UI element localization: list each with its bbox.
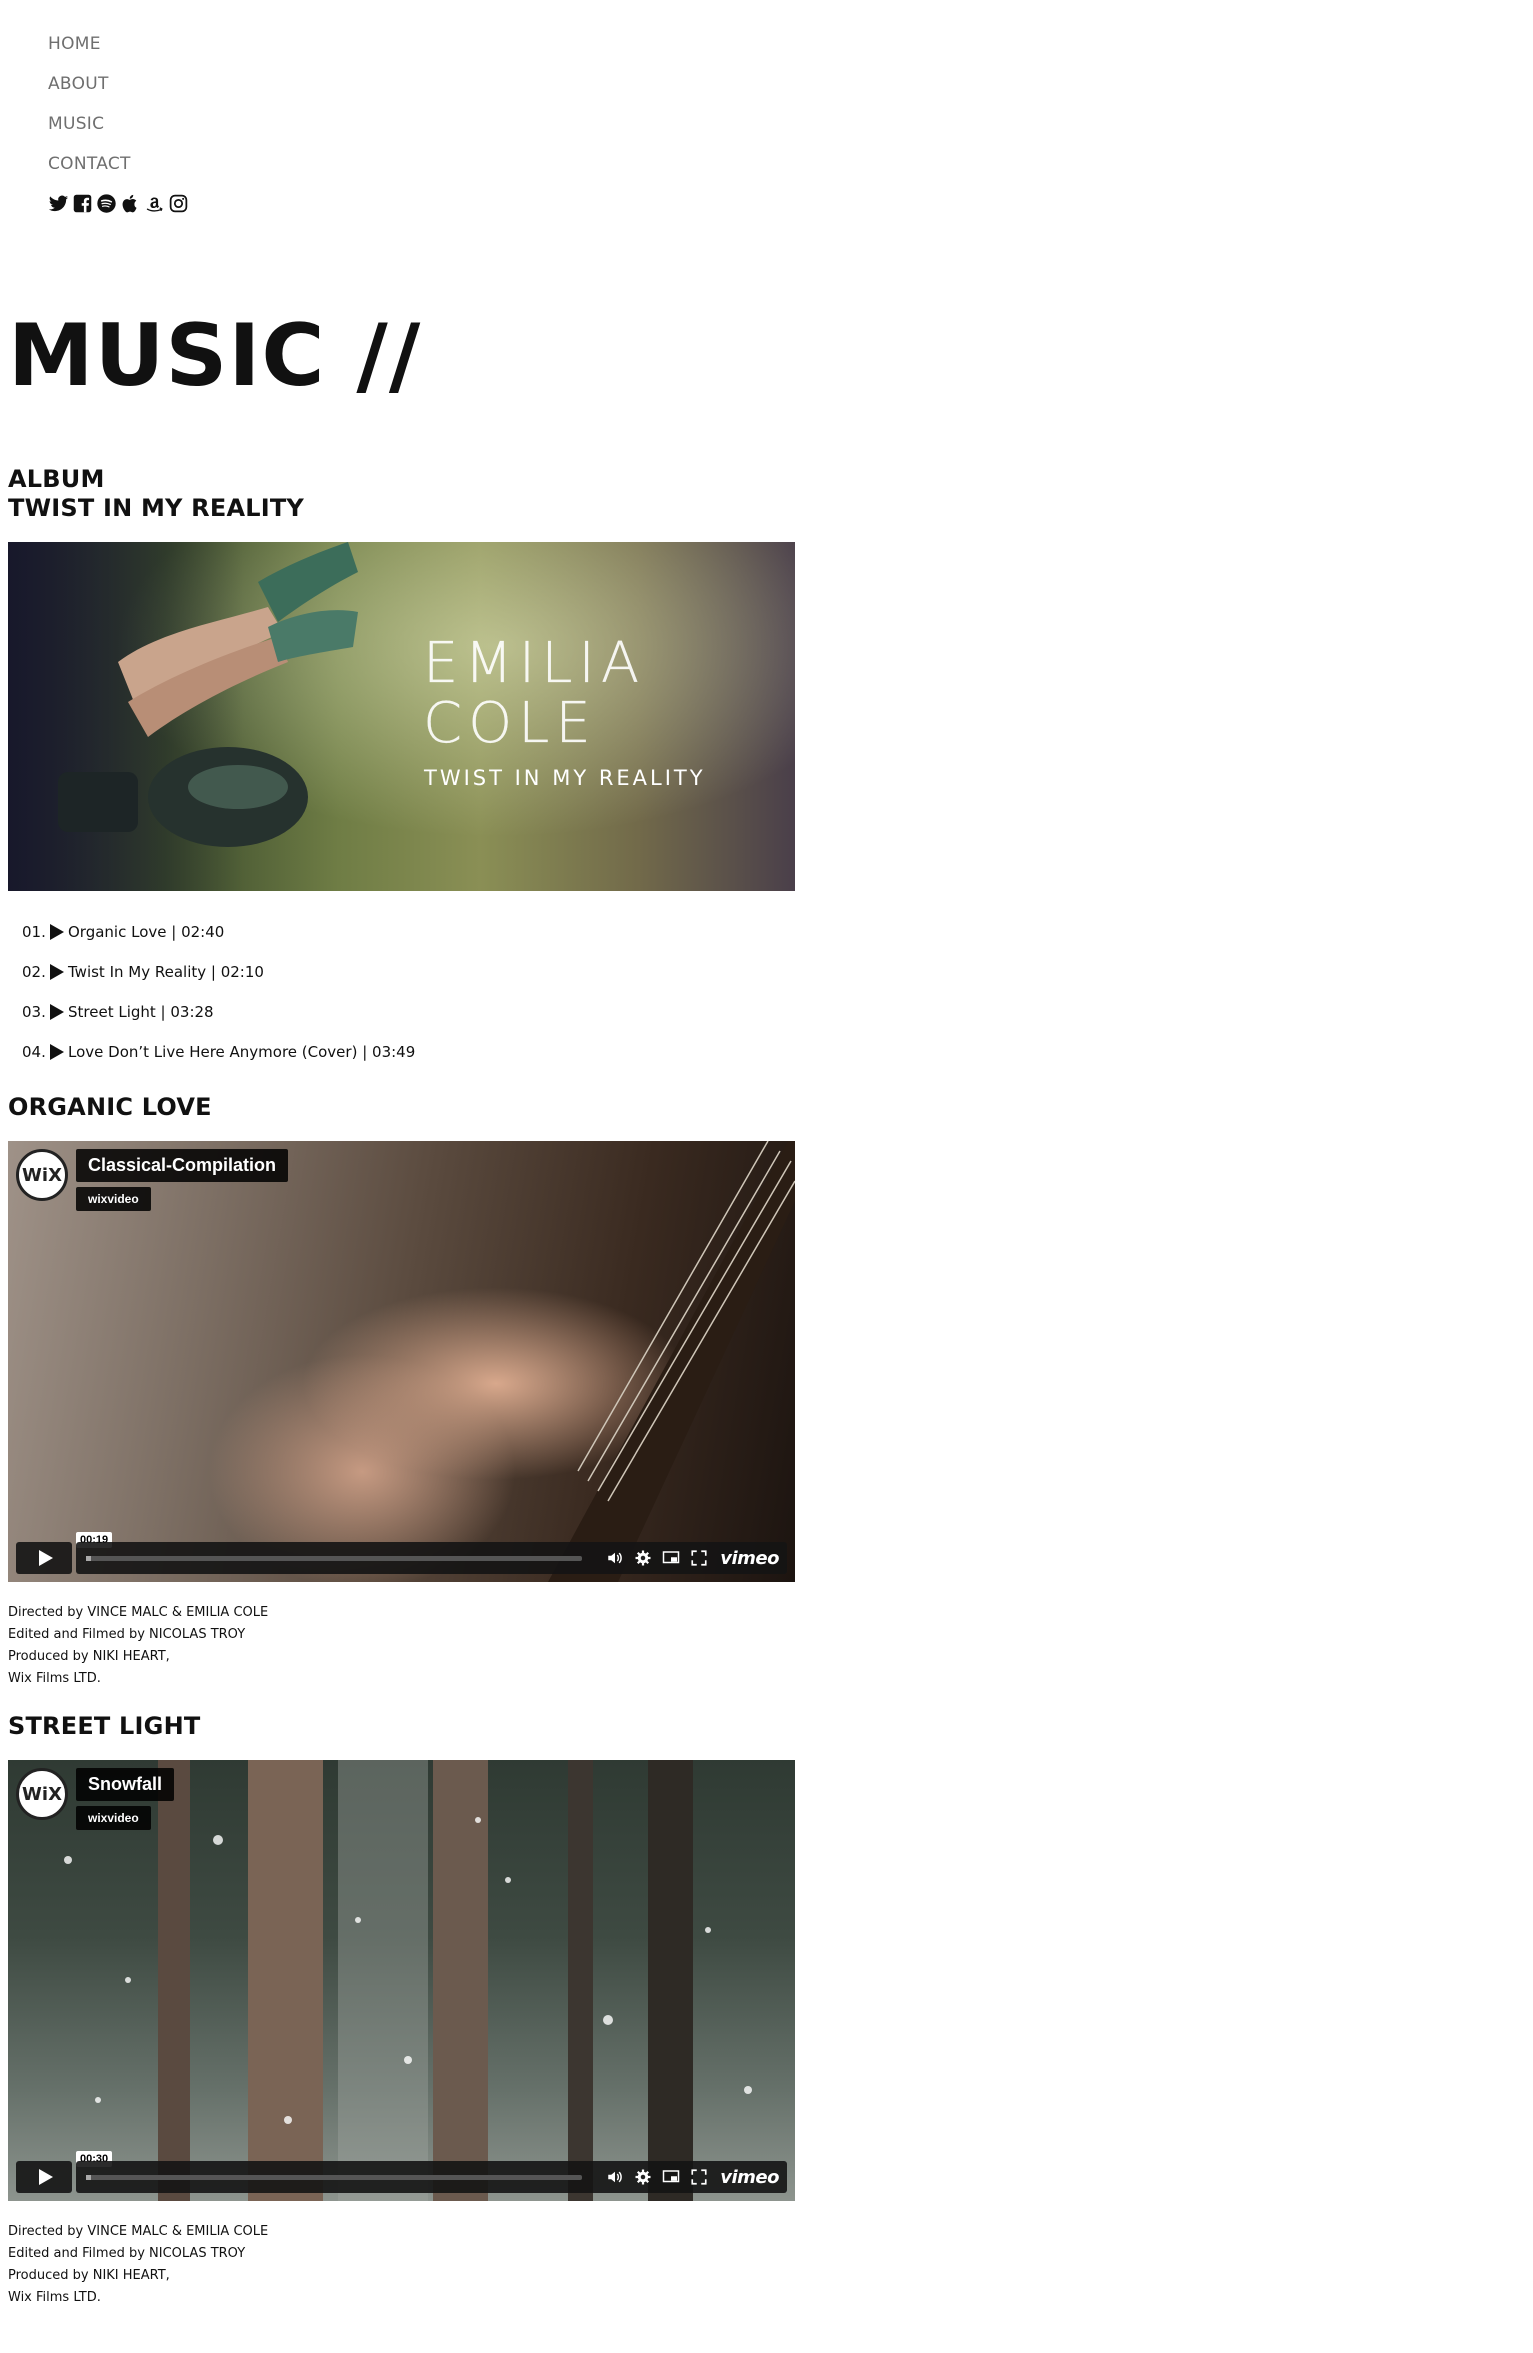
settings-gear-icon[interactable] <box>634 1549 652 1567</box>
nav-contact-link[interactable]: CONTACT <box>48 150 131 190</box>
picture-in-picture-icon[interactable] <box>662 2168 680 2186</box>
album-name: TWIST IN MY REALITY <box>8 494 304 522</box>
video-credits: Directed by VINCE MALC & EMILIA COLE Edi… <box>8 2224 269 2305</box>
video-play-button[interactable] <box>16 1542 72 1574</box>
track-title[interactable]: Organic Love | 02:40 <box>68 923 224 941</box>
track-title[interactable]: Love Don’t Live Here Anymore (Cover) | 0… <box>68 1043 415 1061</box>
facebook-icon[interactable] <box>72 193 93 214</box>
video-title[interactable]: Snowfall <box>76 1768 175 1801</box>
track-number: 02. <box>22 963 46 981</box>
track-title[interactable]: Street Light | 03:28 <box>68 1003 214 1021</box>
main-nav: HOME ABOUT MUSIC CONTACT <box>48 30 131 190</box>
cover-mirror-graphic <box>58 747 308 847</box>
video-section-title: ORGANIC LOVE <box>8 1093 212 1121</box>
track-number: 01. <box>22 923 46 941</box>
amazon-icon[interactable] <box>144 193 165 214</box>
cover-artist-name: EMILIA COLE <box>423 631 646 756</box>
play-icon <box>38 1550 53 1566</box>
apple-icon[interactable] <box>120 193 141 214</box>
settings-gear-icon[interactable] <box>634 2168 652 2186</box>
video-play-button[interactable] <box>16 2161 72 2193</box>
album-heading: ALBUM TWIST IN MY REALITY <box>8 465 304 523</box>
video-player[interactable]: WiX Snowfall wixvideo 00:30 vimeo <box>8 1760 795 2201</box>
nav-about-link[interactable]: ABOUT <box>48 70 131 110</box>
video-channel[interactable]: wixvideo <box>76 1806 151 1830</box>
video-controls: vimeo <box>76 2161 787 2193</box>
album-cover-image: EMILIA COLE TWIST IN MY REALITY <box>8 542 795 891</box>
video-controls: vimeo <box>76 1542 787 1574</box>
video-player[interactable]: WiX Classical-Compilation wixvideo 00:19… <box>8 1141 795 1582</box>
vimeo-logo[interactable]: vimeo <box>720 1548 779 1569</box>
album-label: ALBUM <box>8 465 105 493</box>
spotify-icon[interactable] <box>96 193 117 214</box>
social-links <box>48 193 189 214</box>
track-title[interactable]: Twist In My Reality | 02:10 <box>68 963 264 981</box>
track-item: 04. Love Don’t Live Here Anymore (Cover)… <box>22 1032 415 1072</box>
volume-icon[interactable] <box>606 2168 624 2186</box>
volume-icon[interactable] <box>606 1549 624 1567</box>
track-number: 03. <box>22 1003 46 1021</box>
nav-music-link[interactable]: MUSIC <box>48 110 131 150</box>
cover-album-title: TWIST IN MY REALITY <box>424 766 706 790</box>
nav-home-link[interactable]: HOME <box>48 30 131 70</box>
guitar-neck-graphic <box>548 1141 795 1582</box>
instagram-icon[interactable] <box>168 193 189 214</box>
video-progress-bar[interactable] <box>86 1555 583 1561</box>
vimeo-logo[interactable]: vimeo <box>720 2167 779 2188</box>
video-title[interactable]: Classical-Compilation <box>76 1149 289 1182</box>
play-icon[interactable] <box>50 1044 64 1060</box>
video-progress-bar[interactable] <box>86 2174 583 2180</box>
track-item: 01. Organic Love | 02:40 <box>22 912 415 952</box>
fullscreen-icon[interactable] <box>690 1549 708 1567</box>
video-credits: Directed by VINCE MALC & EMILIA COLE Edi… <box>8 1605 269 1686</box>
track-number: 04. <box>22 1043 46 1061</box>
play-icon[interactable] <box>50 924 64 940</box>
video-channel[interactable]: wixvideo <box>76 1187 151 1211</box>
track-item: 02. Twist In My Reality | 02:10 <box>22 952 415 992</box>
play-icon <box>38 2169 53 2185</box>
cover-legs-graphic <box>118 542 358 737</box>
track-list: 01. Organic Love | 02:40 02. Twist In My… <box>22 912 415 1072</box>
track-item: 03. Street Light | 03:28 <box>22 992 415 1032</box>
play-icon[interactable] <box>50 1004 64 1020</box>
fullscreen-icon[interactable] <box>690 2168 708 2186</box>
twitter-icon[interactable] <box>48 193 69 214</box>
page-title: MUSIC // <box>8 306 422 406</box>
wix-channel-logo[interactable]: WiX <box>16 1149 68 1201</box>
video-section-title: STREET LIGHT <box>8 1712 201 1740</box>
wix-channel-logo[interactable]: WiX <box>16 1768 68 1820</box>
play-icon[interactable] <box>50 964 64 980</box>
picture-in-picture-icon[interactable] <box>662 1549 680 1567</box>
